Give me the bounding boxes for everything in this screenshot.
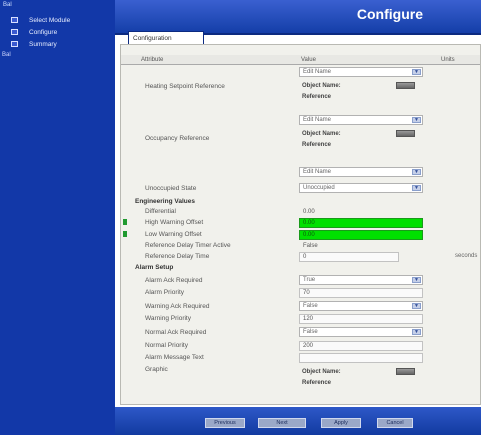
sidebar-item-label: Select Module [29,16,71,24]
alarm-priority-label: Alarm Priority [145,289,185,296]
occupancy-ref-mode-select[interactable]: Edit Name ▼ [299,115,423,125]
modified-flag-icon [123,231,127,237]
normal-ack-label: Normal Ack Required [145,329,207,336]
browse-button[interactable] [396,368,415,375]
browse-button[interactable] [396,82,415,89]
alarm-priority-input[interactable]: 70 [299,288,423,298]
object-name-label: Object Name: [302,83,341,89]
bottom-button-bar: Previous Next Apply Cancel [115,407,481,435]
heating-ref-label: Heating Setpoint Reference [145,83,225,90]
chevron-down-icon[interactable]: ▼ [412,169,421,175]
module-icon [11,17,18,23]
heating-ref-mode-select[interactable]: Edit Name ▼ [299,67,423,77]
differential-label: Differential [145,208,176,215]
reference-label: Reference [302,94,332,100]
heating-ref-object-box: Object Name: Reference [299,81,423,103]
normal-priority-label: Normal Priority [145,342,188,349]
modified-flag-icon [123,219,127,225]
apply-button[interactable]: Apply [321,418,361,428]
high-warning-offset-input[interactable]: 0.00 [299,218,423,228]
sidebar-item-configure[interactable]: Configure [0,26,115,38]
select-value: False [303,329,318,335]
normal-priority-input[interactable]: 200 [299,341,423,351]
reference-delay-active-value: False [303,243,318,249]
sidebar-footer-label: Bal [2,52,11,58]
previous-button[interactable]: Previous [205,418,245,428]
select-value: Unoccupied [303,185,335,191]
sidebar-item-select-module[interactable]: Select Module [0,14,115,26]
reference-delay-time-units: seconds [455,253,478,259]
alarm-ack-select[interactable]: True ▼ [299,275,423,285]
extra-mode-select[interactable]: Edit Name ▼ [299,167,423,177]
warning-ack-select[interactable]: False ▼ [299,301,423,311]
reference-delay-time-input[interactable]: 0 [299,252,399,262]
column-header-units: Units [441,57,455,63]
column-header-value: Value [301,57,316,63]
reference-label: Reference [302,380,332,386]
chevron-down-icon[interactable]: ▼ [412,69,421,75]
warning-ack-label: Warning Ack Required [145,303,210,310]
reference-delay-active-label: Reference Delay Timer Active [145,242,231,249]
engineering-section-title: Engineering Values [135,198,195,205]
alarm-message-text-label: Alarm Message Text [145,354,204,361]
column-header-attribute: Attribute [141,57,164,63]
select-value: False [303,303,318,309]
browse-button[interactable] [396,130,415,137]
chevron-down-icon[interactable]: ▼ [412,185,421,191]
cancel-button[interactable]: Cancel [377,418,413,428]
warning-priority-input[interactable]: 120 [299,314,423,324]
page-title: Configure [356,6,423,22]
alarm-section-title: Alarm Setup [135,264,174,271]
alarm-message-text-input[interactable] [299,353,423,363]
occupancy-ref-label: Occupancy Reference [145,135,210,142]
low-warning-offset-input[interactable]: 0.00 [299,230,423,240]
sidebar: Bal Select Module Configure Summary Bal [0,0,115,435]
chevron-down-icon[interactable]: ▼ [412,117,421,123]
sidebar-item-label: Summary [29,40,57,48]
normal-ack-select[interactable]: False ▼ [299,327,423,337]
select-value: Edit Name [303,69,332,75]
alarm-ack-label: Alarm Ack Required [145,277,203,284]
reference-label: Reference [302,142,332,148]
select-value: Edit Name [303,117,332,123]
select-value: Edit Name [303,169,332,175]
sidebar-item-label: Configure [29,28,58,36]
next-button[interactable]: Next [258,418,306,428]
graphic-label: Graphic [145,366,168,373]
object-name-label: Object Name: [302,131,341,137]
chevron-down-icon[interactable]: ▼ [412,277,421,283]
differential-input[interactable]: 0.00 [299,207,423,217]
brand-label: Bal [3,2,12,8]
sidebar-item-summary[interactable]: Summary [0,38,115,50]
reference-delay-time-label: Reference Delay Time [145,253,210,260]
select-value: True [303,277,316,283]
object-name-label: Object Name: [302,369,341,375]
chevron-down-icon[interactable]: ▼ [412,303,421,309]
unoccupied-state-select[interactable]: Unoccupied ▼ [299,183,423,193]
configure-icon [11,29,18,35]
warning-priority-label: Warning Priority [145,315,191,322]
configuration-panel: Attribute Value Units Edit Name ▼ Heatin… [120,44,481,405]
high-warning-offset-label: High Warning Offset [145,219,204,226]
tab-configuration[interactable]: Configuration [128,31,204,44]
header-bar: Configure [115,0,481,35]
unoccupied-state-label: Unoccupied State [145,185,197,192]
summary-icon [11,41,18,47]
graphic-object-box: Object Name: Reference [299,367,423,389]
occupancy-ref-object-box: Object Name: Reference [299,129,423,151]
low-warning-offset-label: Low Warning Offset [145,231,202,238]
chevron-down-icon[interactable]: ▼ [412,329,421,335]
table-header: Attribute Value Units [121,55,480,65]
